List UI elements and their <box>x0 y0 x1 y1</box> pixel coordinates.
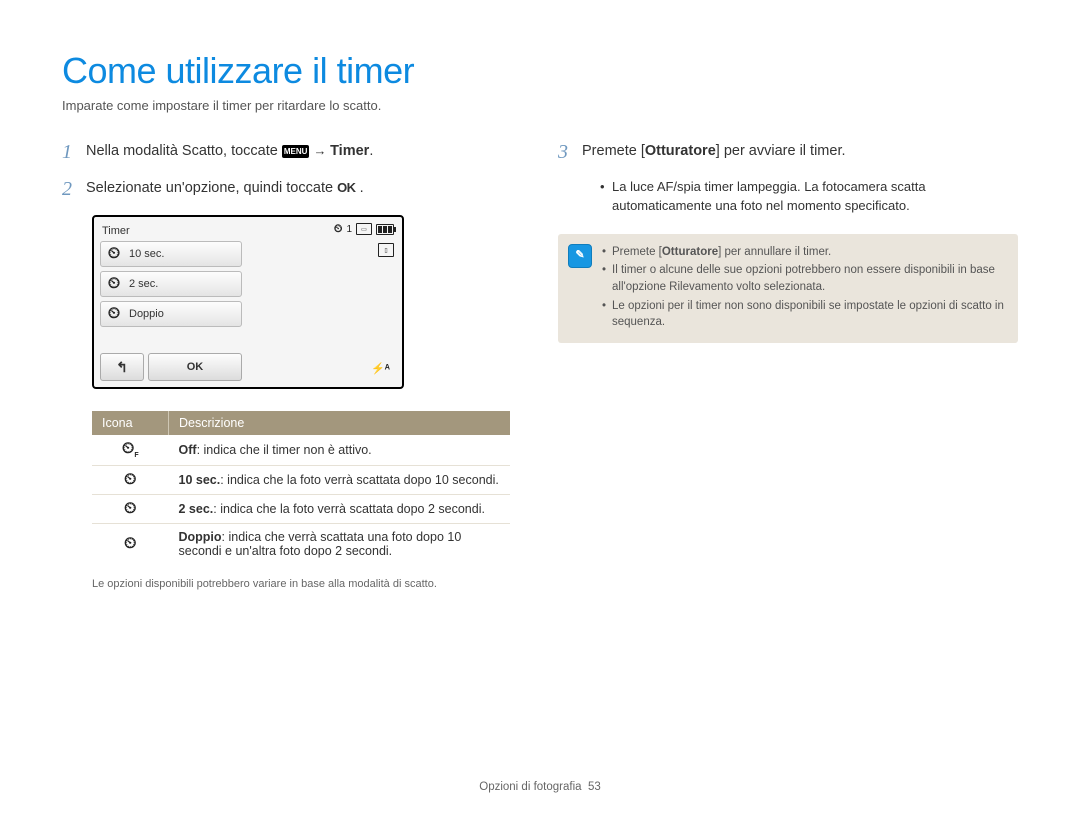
menu-icon: MENU <box>282 145 310 158</box>
size-icon: ▭ <box>356 223 372 235</box>
camera-screen: Timer ⏲ 10 sec. ⏲ 2 sec. ⏲ Doppio ↰ <box>92 215 404 389</box>
note-icon: ✎ <box>568 244 592 268</box>
camera-option-label: 2 sec. <box>129 278 158 290</box>
timer-2-icon: ⏲ <box>107 277 121 291</box>
step-text-pre: Premete [ <box>582 143 645 159</box>
step-text-bold: Otturatore <box>645 143 716 159</box>
icon-cell: ⏲F <box>92 435 169 466</box>
camera-option-label: 10 sec. <box>129 248 164 260</box>
note-text-pre: Premete [ <box>612 246 662 258</box>
desc-rest: : indica che il timer non è attivo. <box>197 443 372 457</box>
table-row: ⏲ 2 sec.: indica che la foto verrà scatt… <box>92 495 510 524</box>
note-text-post: ] per annullare il timer. <box>718 246 831 258</box>
camera-flash-indicator: ⚡ᴬ <box>371 362 390 375</box>
icon-table: Icona Descrizione ⏲F Off: indica che il … <box>92 411 510 564</box>
step-text-post: . <box>360 180 364 196</box>
camera-shot-count: 1 <box>346 224 352 235</box>
table-head: Icona Descrizione <box>92 411 510 435</box>
step-text-post: . <box>369 143 373 159</box>
desc-bold: Off <box>179 443 197 457</box>
right-column: 3 Premete [Otturatore] per avviare il ti… <box>558 141 1018 590</box>
step-text-bold: Timer <box>330 143 369 159</box>
sd-icon: ▯ <box>378 243 394 257</box>
timer-off-icon: ⏲ <box>334 224 343 235</box>
desc-cell: Doppio: indica che verrà scattata una fo… <box>169 524 511 565</box>
camera-menu-title: Timer <box>100 223 242 241</box>
timer-off-icon: ⏲F <box>122 440 139 457</box>
step-number: 1 <box>62 141 86 162</box>
step-text: Nella modalità Scatto, toccate MENU → Ti… <box>86 141 522 161</box>
page-title: Come utilizzare il timer <box>62 50 1018 92</box>
step-number: 3 <box>558 141 582 162</box>
note-text-bold: Otturatore <box>662 246 718 258</box>
note-item: Il timer o alcune delle sue opzioni potr… <box>602 262 1006 295</box>
step-text-pre: Nella modalità Scatto, toccate <box>86 143 282 159</box>
left-column: 1 Nella modalità Scatto, toccate MENU → … <box>62 141 522 590</box>
note-item: Premete [Otturatore] per annullare il ti… <box>602 244 1006 261</box>
step-text-pre: Selezionate un'opzione, quindi toccate <box>86 180 337 196</box>
note-list: Premete [Otturatore] per annullare il ti… <box>602 244 1006 333</box>
page: Come utilizzare il timer Imparate come i… <box>0 0 1080 590</box>
desc-cell: 10 sec.: indica che la foto verrà scatta… <box>169 466 511 495</box>
timer-10-icon: ⏲ <box>124 471 136 488</box>
step-text-post: ] per avviare il timer. <box>716 143 846 159</box>
camera-bottom-bar: ↰ OK <box>100 353 242 381</box>
icon-cell: ⏲ <box>92 466 169 495</box>
footer-page-number: 53 <box>588 781 601 793</box>
icon-cell: ⏲ <box>92 524 169 565</box>
timer-10-icon: ⏲ <box>107 247 121 261</box>
table-head-desc: Descrizione <box>169 411 511 435</box>
desc-bold: 2 sec. <box>179 502 214 516</box>
columns: 1 Nella modalità Scatto, toccate MENU → … <box>62 141 1018 590</box>
step3-detail-item: La luce AF/spia timer lampeggia. La foto… <box>600 178 1018 216</box>
desc-cell: Off: indica che il timer non è attivo. <box>169 435 511 466</box>
step-text: Premete [Otturatore] per avviare il time… <box>582 141 1018 161</box>
desc-bold: 10 sec. <box>179 473 221 487</box>
camera-status-area: ⏲ 1 ▭ ▯ ⚡ᴬ <box>242 217 402 387</box>
arrow-icon: → <box>313 143 330 158</box>
page-subtitle: Imparate come impostare il timer per rit… <box>62 98 1018 113</box>
desc-rest: : indica che la foto verrà scattata dopo… <box>213 502 485 516</box>
step-text: Selezionate un'opzione, quindi toccate O… <box>86 178 522 198</box>
page-footer: Opzioni di fotografia 53 <box>0 781 1080 793</box>
camera-option-2sec[interactable]: ⏲ 2 sec. <box>100 271 242 297</box>
desc-rest: : indica che verrà scattata una foto dop… <box>179 530 462 558</box>
timer-double-icon: ⏲ <box>124 535 136 552</box>
camera-menu-panel: Timer ⏲ 10 sec. ⏲ 2 sec. ⏲ Doppio ↰ <box>94 217 242 387</box>
camera-option-double[interactable]: ⏲ Doppio <box>100 301 242 327</box>
camera-ok-button[interactable]: OK <box>148 353 242 381</box>
table-row: ⏲ Doppio: indica che verrà scattata una … <box>92 524 510 565</box>
desc-cell: 2 sec.: indica che la foto verrà scattat… <box>169 495 511 524</box>
battery-icon <box>376 224 394 235</box>
table-row: ⏲F Off: indica che il timer non è attivo… <box>92 435 510 466</box>
footer-section: Opzioni di fotografia <box>479 781 581 793</box>
step-2: 2 Selezionate un'opzione, quindi toccate… <box>62 178 522 199</box>
camera-back-button[interactable]: ↰ <box>100 353 144 381</box>
camera-option-10sec[interactable]: ⏲ 10 sec. <box>100 241 242 267</box>
step3-detail-list: La luce AF/spia timer lampeggia. La foto… <box>600 178 1018 216</box>
desc-bold: Doppio <box>179 530 222 544</box>
desc-rest: : indica che la foto verrà scattata dopo… <box>220 473 499 487</box>
icon-cell: ⏲ <box>92 495 169 524</box>
step-number: 2 <box>62 178 86 199</box>
table-row: ⏲ 10 sec.: indica che la foto verrà scat… <box>92 466 510 495</box>
camera-top-indicators: ⏲ 1 ▭ <box>334 223 394 235</box>
ok-icon: OK <box>337 179 356 197</box>
timer-2-icon: ⏲ <box>124 500 136 517</box>
camera-card-icon: ▯ <box>378 243 394 257</box>
step-1: 1 Nella modalità Scatto, toccate MENU → … <box>62 141 522 162</box>
table-head-icon: Icona <box>92 411 169 435</box>
camera-option-label: Doppio <box>129 308 164 320</box>
timer-double-icon: ⏲ <box>107 307 121 321</box>
note-box: ✎ Premete [Otturatore] per annullare il … <box>558 234 1018 343</box>
step-3: 3 Premete [Otturatore] per avviare il ti… <box>558 141 1018 162</box>
note-item: Le opzioni per il timer non sono disponi… <box>602 298 1006 331</box>
table-footnote: Le opzioni disponibili potrebbero variar… <box>92 578 522 590</box>
